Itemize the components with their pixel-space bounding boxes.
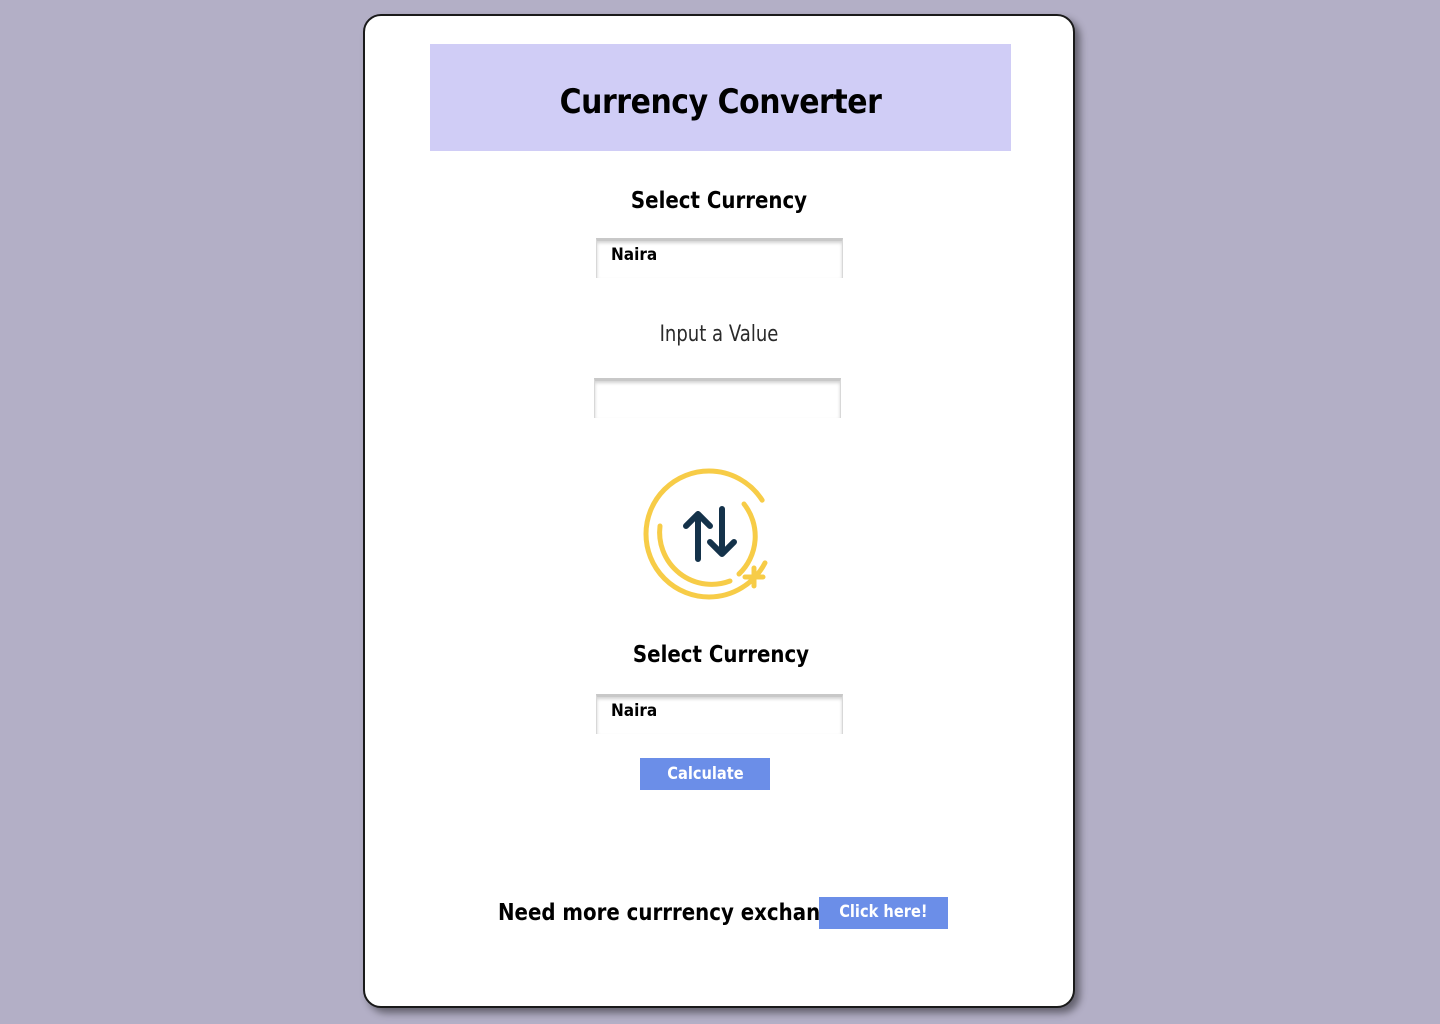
amount-label: Input a Value	[659, 322, 779, 347]
swap-arrows-icon[interactable]	[642, 464, 782, 604]
to-currency-select[interactable]: Naira	[596, 694, 843, 734]
header-banner: Currency Converter	[430, 44, 1011, 151]
click-here-label: Click here!	[839, 901, 928, 922]
amount-input[interactable]	[594, 378, 841, 418]
to-currency-value: Naira	[611, 701, 658, 721]
calculate-button[interactable]: Calculate	[640, 758, 770, 790]
page-title: Currency Converter	[559, 82, 882, 122]
click-here-button[interactable]: Click here!	[819, 897, 948, 929]
converter-card: Currency Converter Select Currency Naira…	[363, 14, 1075, 1008]
from-currency-value: Naira	[611, 245, 658, 265]
footer-question: Need more currrency exchanges?	[498, 900, 871, 926]
calculate-button-label: Calculate	[666, 764, 744, 784]
to-currency-label: Select Currency	[632, 642, 810, 668]
from-currency-label: Select Currency	[630, 188, 808, 214]
from-currency-select[interactable]: Naira	[596, 238, 843, 278]
